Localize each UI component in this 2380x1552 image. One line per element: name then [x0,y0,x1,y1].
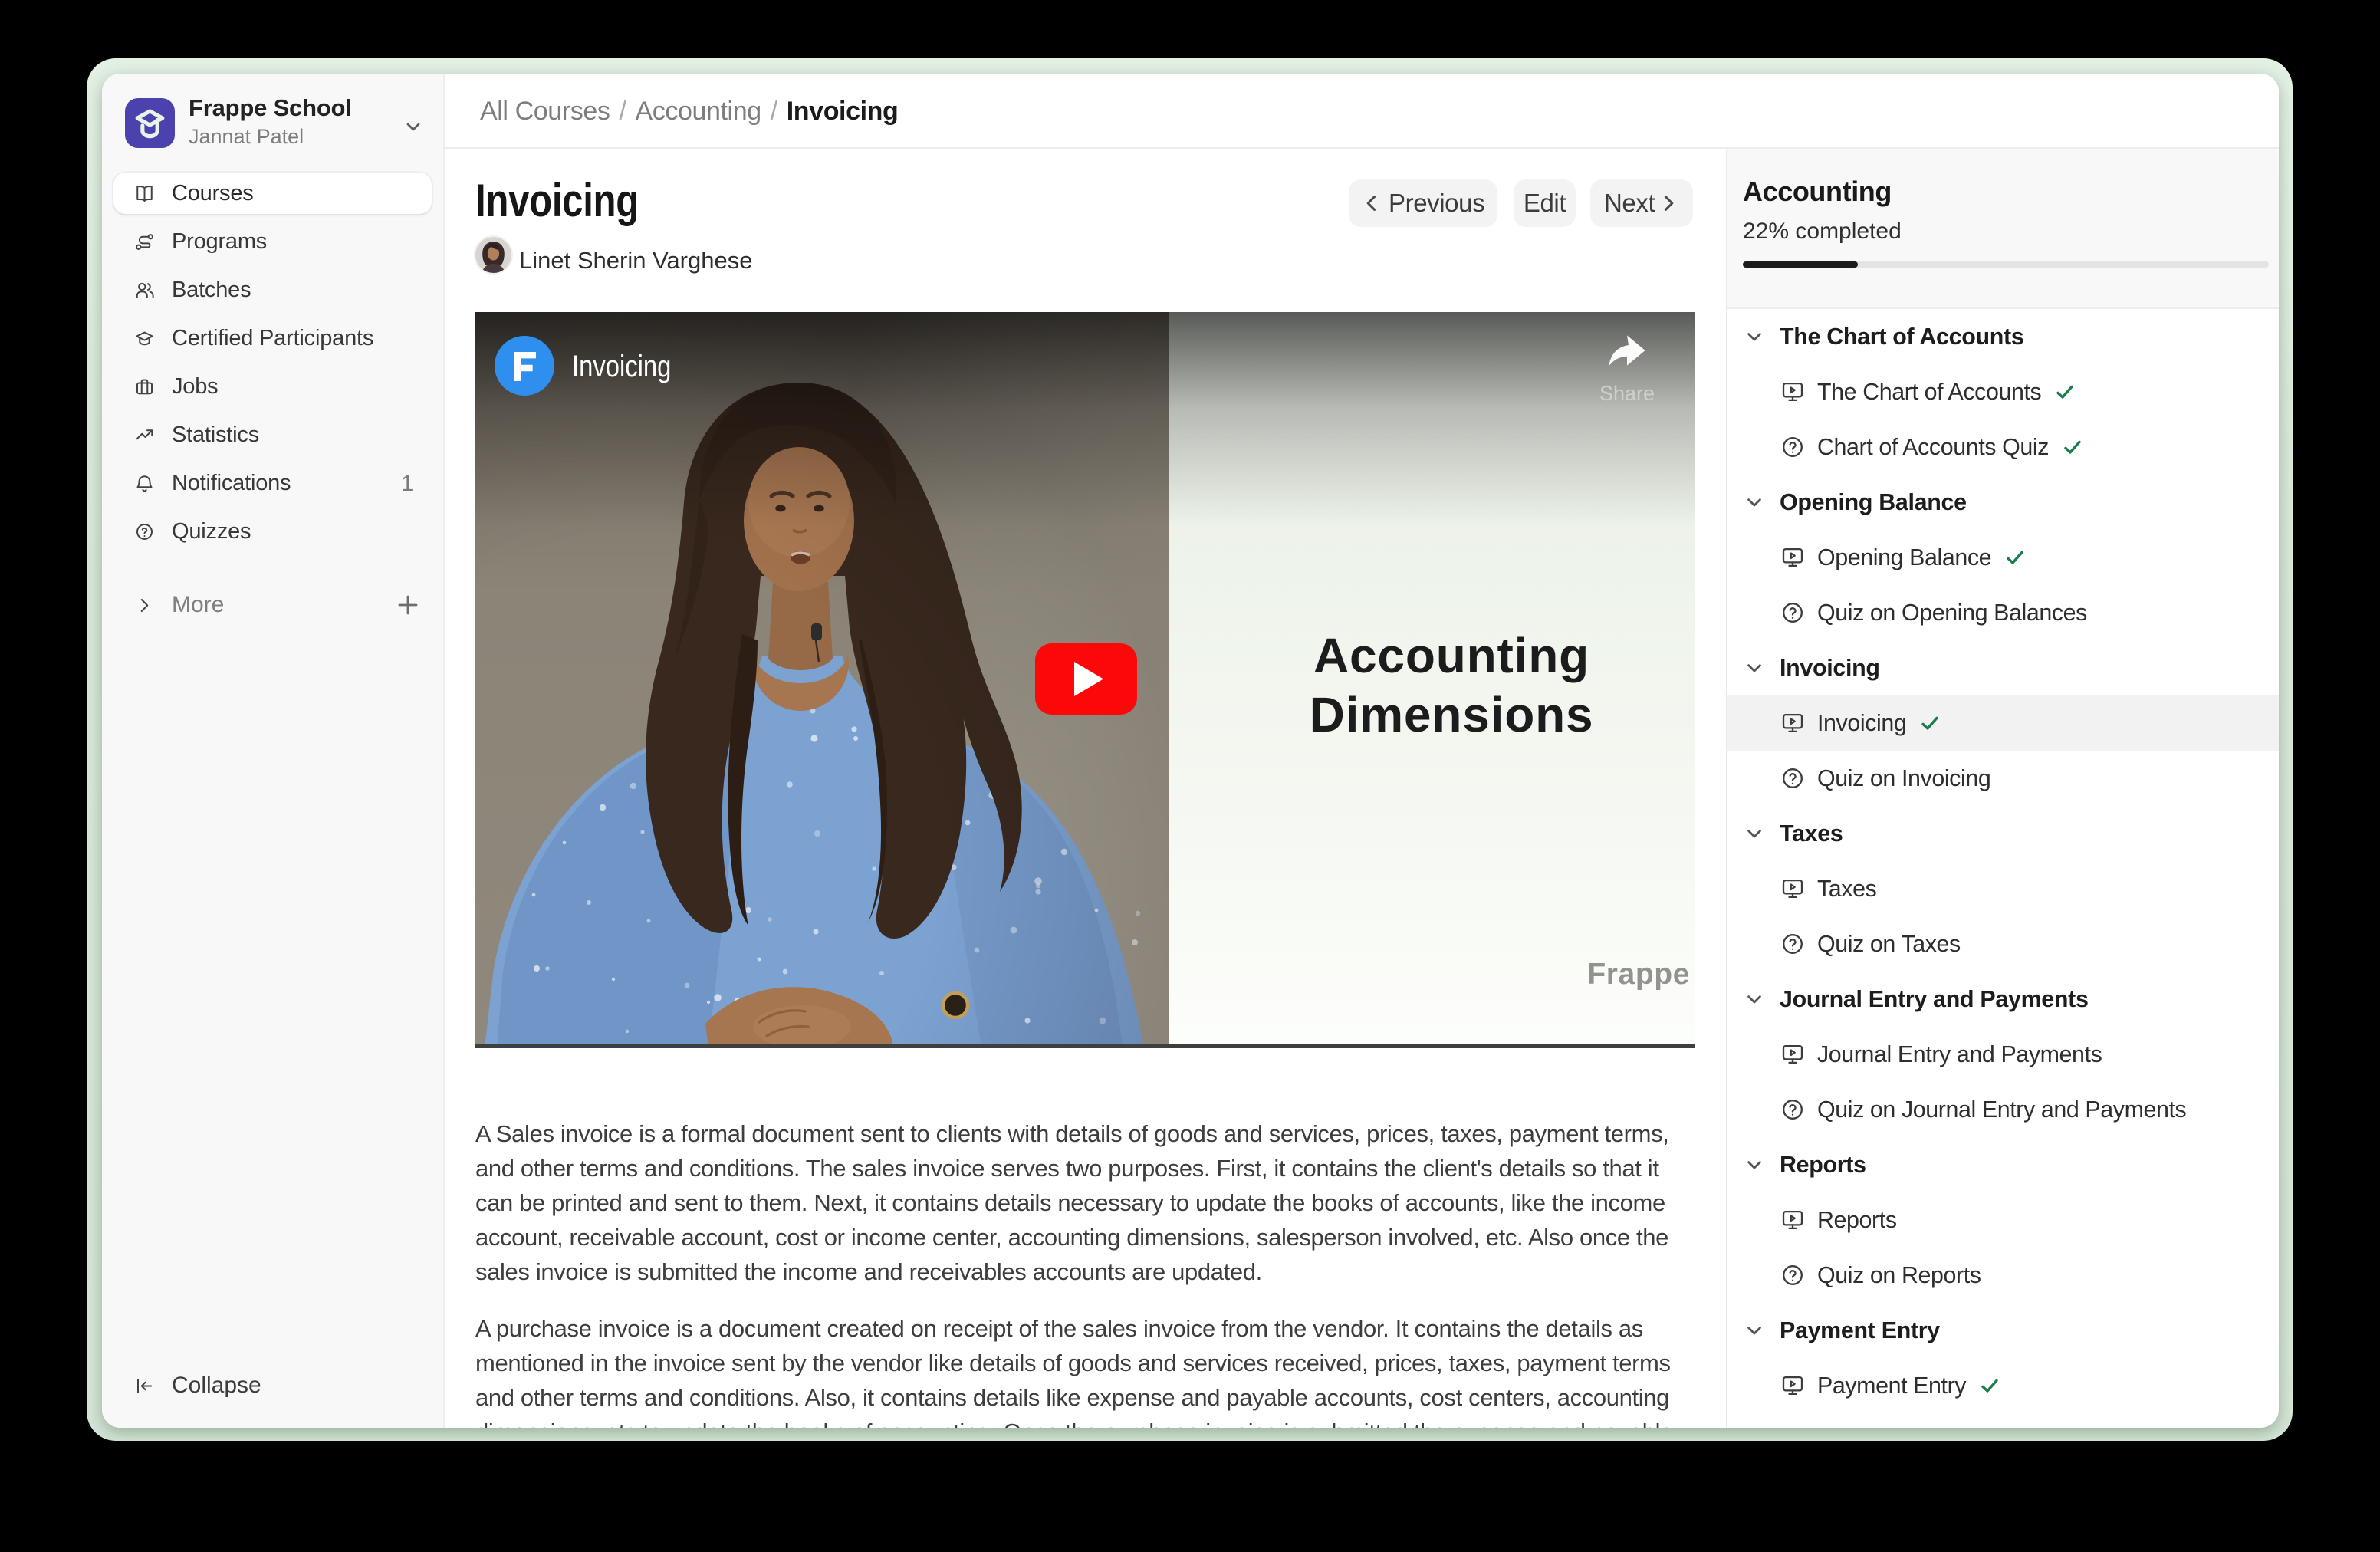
svg-text:Frappe: Frappe [1587,958,1690,991]
svg-text:Dimensions: Dimensions [1310,687,1594,742]
svg-text:Share: Share [1599,382,1655,405]
svg-text:Accounting: Accounting [1313,628,1589,683]
svg-text:Invoicing: Invoicing [572,349,671,383]
